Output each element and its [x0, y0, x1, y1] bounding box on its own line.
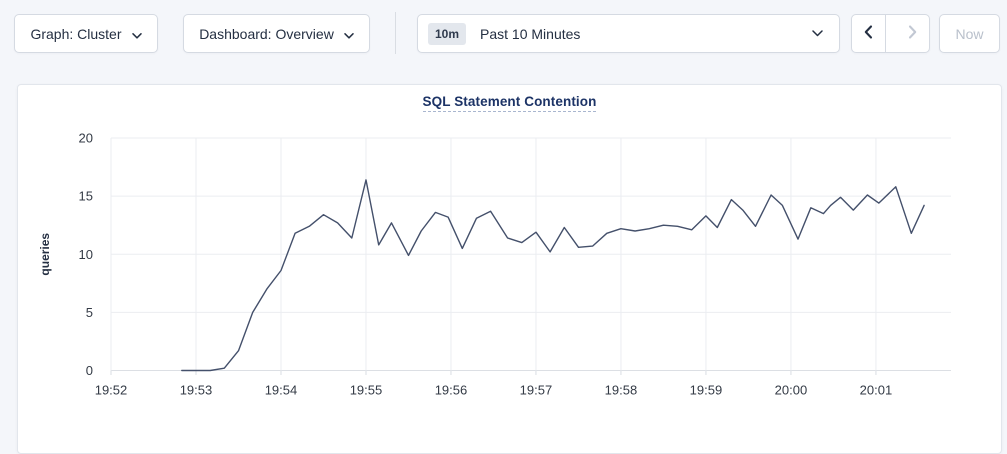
- dashboard-dropdown[interactable]: Dashboard: Overview: [183, 14, 370, 53]
- x-tick-label: 19:55: [350, 383, 383, 398]
- x-tick-label: 19:54: [265, 383, 298, 398]
- x-tick-label: 19:57: [520, 383, 553, 398]
- y-tick-label: 10: [79, 247, 93, 262]
- chevron-right-icon: [908, 25, 917, 42]
- y-tick-label: 15: [79, 189, 93, 204]
- chevron-down-icon: [812, 30, 823, 37]
- y-tick-label: 5: [86, 305, 93, 320]
- graph-dropdown[interactable]: Graph: Cluster: [14, 14, 158, 53]
- time-window-selector[interactable]: 10m Past 10 Minutes: [417, 14, 840, 53]
- toolbar-divider: [395, 12, 396, 54]
- x-tick-label: 19:56: [435, 383, 468, 398]
- x-tick-label: 20:00: [775, 383, 808, 398]
- x-tick-label: 20:01: [860, 383, 893, 398]
- now-button[interactable]: Now: [939, 14, 1000, 53]
- chevron-left-icon: [864, 25, 873, 42]
- y-tick-label: 0: [86, 363, 93, 378]
- x-tick-label: 19:58: [605, 383, 638, 398]
- sql-contention-chart[interactable]: 0 5 10 15 20 19:52 19:53 19:54 19:55 19:56 19:57 19…: [18, 85, 1001, 433]
- y-axis-label: queries: [38, 233, 52, 276]
- time-window-label: Past 10 Minutes: [480, 26, 580, 42]
- now-button-label: Now: [955, 26, 983, 42]
- time-window-badge: 10m: [428, 23, 466, 45]
- x-tick-label: 19:59: [690, 383, 723, 398]
- time-range-nav: [851, 14, 930, 53]
- y-tick-label: 20: [79, 131, 93, 146]
- prev-range-button[interactable]: [852, 15, 886, 52]
- dashboard-dropdown-label: Dashboard: Overview: [199, 26, 334, 42]
- chevron-down-icon: [344, 26, 354, 42]
- chart-card: SQL Statement Contention 0510152019:5219…: [17, 84, 1002, 454]
- graph-dropdown-label: Graph: Cluster: [30, 26, 121, 42]
- x-tick-label: 19:52: [95, 383, 128, 398]
- chevron-down-icon: [132, 26, 142, 42]
- x-tick-label: 19:53: [180, 383, 213, 398]
- next-range-button[interactable]: [896, 15, 929, 52]
- series-line-queries: [182, 180, 924, 371]
